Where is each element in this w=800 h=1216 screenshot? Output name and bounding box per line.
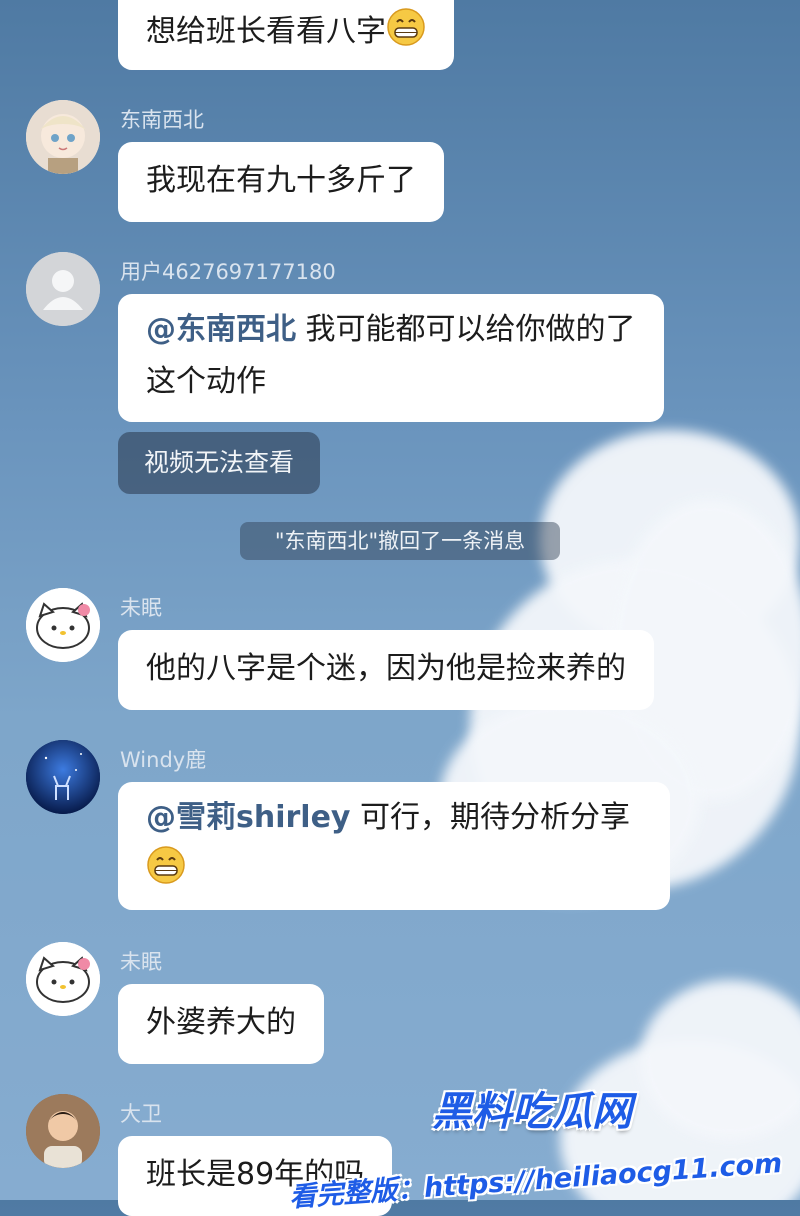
sender-name: 大卫 [120, 1102, 162, 1126]
sender-name: 东南西北 [120, 108, 204, 132]
avatar[interactable] [26, 740, 100, 814]
sender-name: 用户4627697177180 [120, 260, 336, 284]
message-bubble[interactable]: @东南西北 我可能都可以给你做的了这个动作 [118, 294, 664, 422]
message-bubble[interactable]: 他的八字是个迷，因为他是捡来养的 [118, 630, 654, 710]
avatar[interactable] [26, 252, 100, 326]
deer-avatar-icon [26, 740, 100, 814]
message-text: 外婆养大的 [146, 1005, 296, 1040]
avatar[interactable] [26, 1094, 100, 1168]
grin-emoji-icon [387, 8, 425, 46]
message-text: 我现在有九十多斤了 [146, 163, 416, 198]
mention-link[interactable]: @雪莉shirley [146, 800, 350, 835]
sender-name: Windy鹿 [120, 748, 207, 772]
message-text: 他的八字是个迷，因为他是捡来养的 [146, 651, 626, 686]
message-text: 可行，期待分析分享 [350, 800, 631, 835]
avatar[interactable] [26, 588, 100, 662]
message-bubble[interactable]: 外婆养大的 [118, 984, 324, 1064]
avatar[interactable] [26, 942, 100, 1016]
message-text: 想给班长看看八字 [146, 14, 386, 49]
message-bubble[interactable]: 我现在有九十多斤了 [118, 142, 444, 222]
message-bubble[interactable]: 想给班长看看八字 [118, 0, 454, 70]
doll-avatar-icon [26, 100, 100, 174]
hello-kitty-avatar-icon [26, 588, 100, 662]
message-bubble[interactable]: @雪莉shirley 可行，期待分析分享 [118, 782, 670, 910]
recall-notice: "东南西北"撤回了一条消息 [240, 522, 560, 560]
grin-emoji-icon [147, 846, 185, 884]
sender-name: 未眠 [120, 596, 162, 620]
video-unavailable-notice[interactable]: 视频无法查看 [118, 432, 321, 494]
mention-link[interactable]: @东南西北 [146, 312, 296, 347]
person-avatar-icon [26, 1094, 100, 1168]
hello-kitty-avatar-icon [26, 942, 100, 1016]
sender-name: 未眠 [120, 950, 162, 974]
avatar[interactable] [26, 100, 100, 174]
site-watermark: 黑料吃瓜网 看完整版：https://heiliaocg11.com [288, 1079, 783, 1213]
watermark-url: 看完整版：https://heiliaocg11.com [288, 1148, 784, 1214]
watermark-logo: 黑料吃瓜网 [432, 1089, 632, 1135]
default-user-icon [26, 252, 100, 326]
